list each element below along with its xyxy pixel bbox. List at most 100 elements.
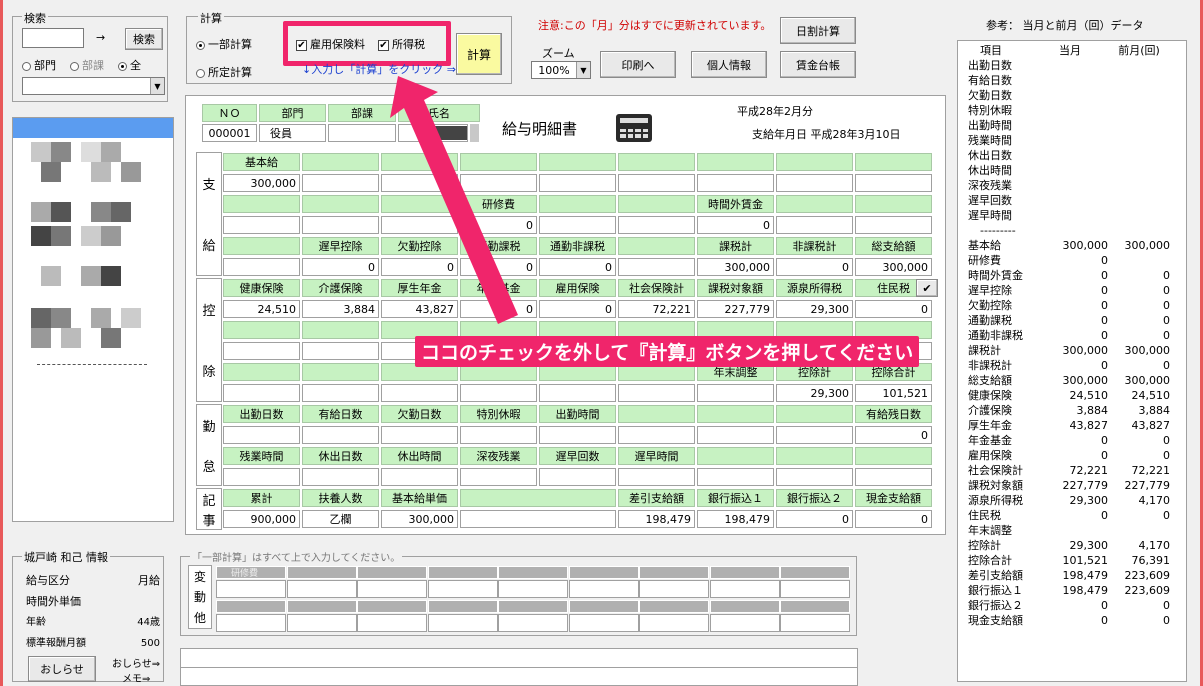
- shikyu-value-cell[interactable]: [539, 174, 616, 192]
- henko-value-cell[interactable]: [216, 580, 286, 598]
- henko-value-cell[interactable]: [357, 614, 427, 632]
- kintai-value-cell[interactable]: [618, 426, 695, 444]
- shikyu-value-cell[interactable]: [223, 258, 300, 276]
- shikyu-value-cell[interactable]: [776, 216, 853, 234]
- radio-dept[interactable]: 部門: [22, 57, 56, 73]
- kojo-value-cell[interactable]: 24,510: [223, 300, 300, 318]
- kojo-value-cell[interactable]: 0: [855, 300, 932, 318]
- shikyu-value-cell[interactable]: 300,000: [855, 258, 932, 276]
- henko-value-cell[interactable]: [639, 614, 709, 632]
- kojo-value-cell[interactable]: 0: [539, 300, 616, 318]
- shikyu-value-cell[interactable]: [302, 174, 379, 192]
- kintai-value-cell[interactable]: [618, 468, 695, 486]
- henko-value-cell[interactable]: [639, 580, 709, 598]
- kojo-value-cell[interactable]: [223, 342, 300, 360]
- kintai-value-cell[interactable]: [460, 468, 537, 486]
- wage-ledger-button[interactable]: 賃金台帳: [780, 51, 856, 78]
- radio-all[interactable]: 全: [118, 57, 141, 73]
- shikyu-value-cell[interactable]: [618, 216, 695, 234]
- kintai-value-cell[interactable]: [697, 468, 774, 486]
- notice-button[interactable]: おしらせ: [28, 656, 96, 682]
- kintai-value-cell[interactable]: [381, 468, 458, 486]
- radio-partial-calc[interactable]: 一部計算: [196, 36, 252, 52]
- kintai-value-cell[interactable]: [776, 426, 853, 444]
- henko-value-cell[interactable]: [427, 614, 498, 632]
- shikyu-value-cell[interactable]: [618, 258, 695, 276]
- henko-value-cell[interactable]: [568, 614, 639, 632]
- checkbox-employment-insurance[interactable]: ✔ 雇用保険料: [296, 36, 365, 52]
- kiji-value-cell[interactable]: 198,479: [618, 510, 695, 528]
- henko-value-cell[interactable]: [709, 614, 780, 632]
- henko-value-cell[interactable]: [498, 614, 568, 632]
- kintai-value-cell[interactable]: [855, 468, 932, 486]
- kiji-value-cell[interactable]: 0: [855, 510, 932, 528]
- henko-value-cell[interactable]: [780, 614, 850, 632]
- kojo-value-cell[interactable]: 72,221: [618, 300, 695, 318]
- henko-value-cell[interactable]: [216, 614, 286, 632]
- kojo-value-cell[interactable]: [539, 384, 616, 402]
- kojo-value-cell[interactable]: [223, 384, 300, 402]
- kintai-value-cell[interactable]: [223, 468, 300, 486]
- henko-value-cell[interactable]: [780, 580, 850, 598]
- kintai-value-cell[interactable]: [302, 426, 379, 444]
- kintai-value-cell[interactable]: [539, 426, 616, 444]
- shikyu-value-cell[interactable]: [223, 216, 300, 234]
- kojo-value-cell[interactable]: 29,300: [776, 384, 853, 402]
- shikyu-value-cell[interactable]: [776, 174, 853, 192]
- kintai-value-cell[interactable]: 0: [855, 426, 932, 444]
- employee-list[interactable]: [12, 117, 174, 522]
- kiji-value-cell[interactable]: 198,479: [697, 510, 774, 528]
- kiji-value-cell[interactable]: [460, 510, 616, 528]
- shikyu-value-cell[interactable]: [697, 174, 774, 192]
- kojo-value-cell[interactable]: 101,521: [855, 384, 932, 402]
- kojo-value-cell[interactable]: [381, 384, 458, 402]
- check-icon[interactable]: ✔: [916, 279, 938, 297]
- calculator-icon[interactable]: [616, 114, 652, 142]
- kiji-value-cell[interactable]: 0: [776, 510, 853, 528]
- calc-button[interactable]: 計算: [456, 33, 502, 75]
- kojo-value-cell[interactable]: [302, 342, 379, 360]
- checkbox-income-tax[interactable]: ✔ 所得税: [378, 36, 425, 52]
- memo-link[interactable]: メモ⇒: [122, 670, 150, 685]
- henko-value-cell[interactable]: [286, 614, 357, 632]
- kintai-value-cell[interactable]: [381, 426, 458, 444]
- shikyu-value-cell[interactable]: [618, 174, 695, 192]
- kojo-value-cell[interactable]: [697, 384, 774, 402]
- radio-fixed-calc[interactable]: 所定計算: [196, 64, 252, 80]
- memo-box-2[interactable]: [180, 668, 858, 686]
- radio-section[interactable]: 部課: [70, 57, 104, 73]
- notice-link[interactable]: おしらせ⇒: [112, 655, 160, 670]
- print-button[interactable]: 印刷へ: [600, 51, 676, 78]
- kojo-value-cell[interactable]: 29,300: [776, 300, 853, 318]
- kintai-value-cell[interactable]: [776, 468, 853, 486]
- zoom-select[interactable]: 100% ▼: [531, 61, 591, 79]
- personal-info-button[interactable]: 個人情報: [691, 51, 767, 78]
- kintai-value-cell[interactable]: [460, 426, 537, 444]
- kintai-value-cell[interactable]: [302, 468, 379, 486]
- kojo-value-cell[interactable]: [302, 384, 379, 402]
- memo-box[interactable]: [180, 648, 858, 668]
- kojo-value-cell[interactable]: 227,779: [697, 300, 774, 318]
- shikyu-value-cell[interactable]: [855, 174, 932, 192]
- shikyu-value-cell[interactable]: 300,000: [223, 174, 300, 192]
- henko-value-cell[interactable]: [286, 580, 357, 598]
- shikyu-value-cell[interactable]: [539, 216, 616, 234]
- daily-calc-button[interactable]: 日割計算: [780, 17, 856, 44]
- kiji-value-cell[interactable]: 乙欄: [302, 510, 379, 528]
- henko-value-cell[interactable]: [709, 580, 780, 598]
- search-input[interactable]: [22, 28, 84, 48]
- shikyu-value-cell[interactable]: 0: [776, 258, 853, 276]
- shikyu-value-cell[interactable]: 0: [697, 216, 774, 234]
- employee-list-selected[interactable]: [13, 118, 173, 138]
- henko-value-cell[interactable]: [568, 580, 639, 598]
- kojo-value-cell[interactable]: [460, 384, 537, 402]
- dept-select[interactable]: ▼: [22, 77, 165, 95]
- kiji-value-cell[interactable]: 300,000: [381, 510, 458, 528]
- henko-value-cell[interactable]: [498, 580, 568, 598]
- henko-value-cell[interactable]: [427, 580, 498, 598]
- shikyu-value-cell[interactable]: 300,000: [697, 258, 774, 276]
- kintai-value-cell[interactable]: [697, 426, 774, 444]
- kintai-value-cell[interactable]: [223, 426, 300, 444]
- kiji-value-cell[interactable]: 900,000: [223, 510, 300, 528]
- kintai-value-cell[interactable]: [539, 468, 616, 486]
